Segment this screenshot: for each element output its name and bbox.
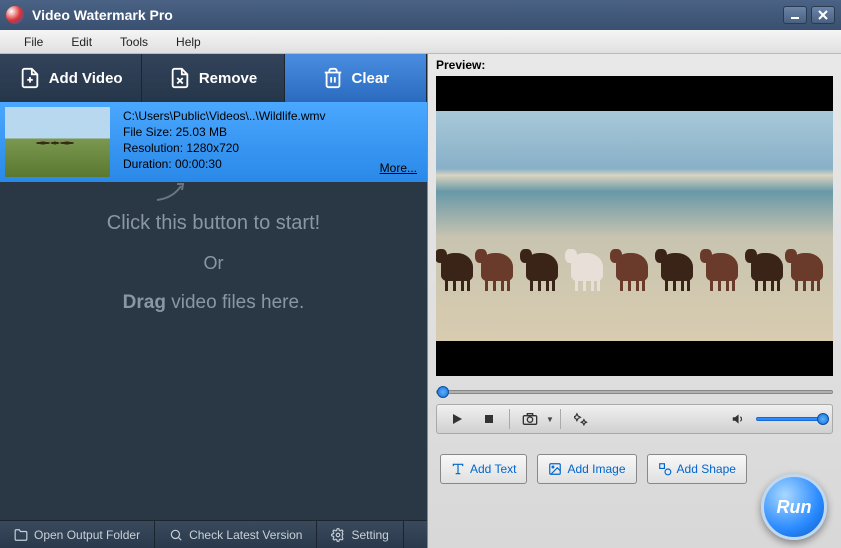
app-logo-icon [6, 6, 24, 24]
stop-button[interactable] [475, 408, 503, 430]
preview-label: Preview: [428, 54, 841, 76]
trash-icon [322, 67, 344, 89]
add-video-label: Add Video [49, 70, 123, 87]
volume-thumb[interactable] [817, 413, 829, 425]
divider [560, 409, 561, 429]
right-panel: Preview: [427, 54, 841, 548]
drop-area[interactable]: Click this button to start! Or Drag vide… [0, 182, 427, 520]
menu-edit[interactable]: Edit [57, 35, 106, 49]
image-icon [548, 462, 562, 476]
setting-label: Setting [351, 528, 388, 542]
app-title: Video Watermark Pro [32, 7, 783, 23]
minimize-button[interactable] [783, 6, 807, 24]
add-shape-button[interactable]: Add Shape [647, 454, 747, 484]
add-video-button[interactable]: Add Video [0, 54, 142, 102]
volume-button[interactable] [724, 408, 752, 430]
seek-thumb[interactable] [437, 386, 449, 398]
remove-button[interactable]: Remove [142, 54, 284, 102]
status-bar: Open Output Folder Check Latest Version … [0, 520, 427, 548]
file-path: C:\Users\Public\Videos\..\Wildlife.wmv [123, 108, 419, 124]
effects-button[interactable] [567, 408, 595, 430]
search-icon [169, 528, 183, 542]
menu-file[interactable]: File [10, 35, 57, 49]
drop-instruction-1: Click this button to start! [107, 212, 320, 235]
clear-label: Clear [352, 70, 390, 87]
file-resolution: Resolution: 1280x720 [123, 140, 419, 156]
add-file-icon [19, 67, 41, 89]
run-label: Run [777, 497, 812, 518]
shape-icon [658, 462, 672, 476]
pointer-arrow-icon [155, 182, 185, 202]
file-duration: Duration: 00:00:30 [123, 156, 419, 172]
gear-icon [331, 528, 345, 542]
folder-icon [14, 528, 28, 542]
drop-or: Or [204, 253, 224, 274]
snapshot-button[interactable] [516, 408, 544, 430]
volume-slider[interactable] [756, 417, 826, 421]
menu-tools[interactable]: Tools [106, 35, 162, 49]
file-info: C:\Users\Public\Videos\..\Wildlife.wmv F… [115, 102, 427, 182]
add-image-button[interactable]: Add Image [537, 454, 636, 484]
left-panel: Add Video Remove Clear C:\Users\Public\V… [0, 54, 427, 548]
play-button[interactable] [443, 408, 471, 430]
add-image-label: Add Image [567, 462, 625, 476]
clear-button[interactable]: Clear [285, 54, 427, 102]
drop-instruction-2: Drag video files here. [123, 292, 305, 314]
divider [509, 409, 510, 429]
close-button[interactable] [811, 6, 835, 24]
preview-frame [436, 111, 833, 341]
add-text-label: Add Text [470, 462, 516, 476]
remove-file-icon [169, 67, 191, 89]
seek-bar[interactable] [436, 384, 833, 400]
open-output-label: Open Output Folder [34, 528, 140, 542]
file-row[interactable]: C:\Users\Public\Videos\..\Wildlife.wmv F… [0, 102, 427, 182]
add-text-button[interactable]: Add Text [440, 454, 527, 484]
remove-label: Remove [199, 70, 257, 87]
snapshot-dropdown[interactable]: ▼ [546, 415, 554, 424]
more-link[interactable]: More... [380, 160, 417, 176]
setting-button[interactable]: Setting [317, 521, 403, 548]
add-shape-label: Add Shape [677, 462, 736, 476]
check-version-button[interactable]: Check Latest Version [155, 521, 317, 548]
file-thumbnail [5, 107, 110, 177]
text-icon [451, 462, 465, 476]
run-button[interactable]: Run [761, 474, 827, 540]
menu-bar: File Edit Tools Help [0, 30, 841, 54]
menu-help[interactable]: Help [162, 35, 215, 49]
open-output-folder-button[interactable]: Open Output Folder [0, 521, 155, 548]
preview-area [436, 76, 833, 376]
playback-controls: ▼ [436, 404, 833, 434]
title-bar: Video Watermark Pro [0, 0, 841, 30]
check-version-label: Check Latest Version [189, 528, 302, 542]
toolbar: Add Video Remove Clear [0, 54, 427, 102]
file-list: C:\Users\Public\Videos\..\Wildlife.wmv F… [0, 102, 427, 182]
file-size: File Size: 25.03 MB [123, 124, 419, 140]
